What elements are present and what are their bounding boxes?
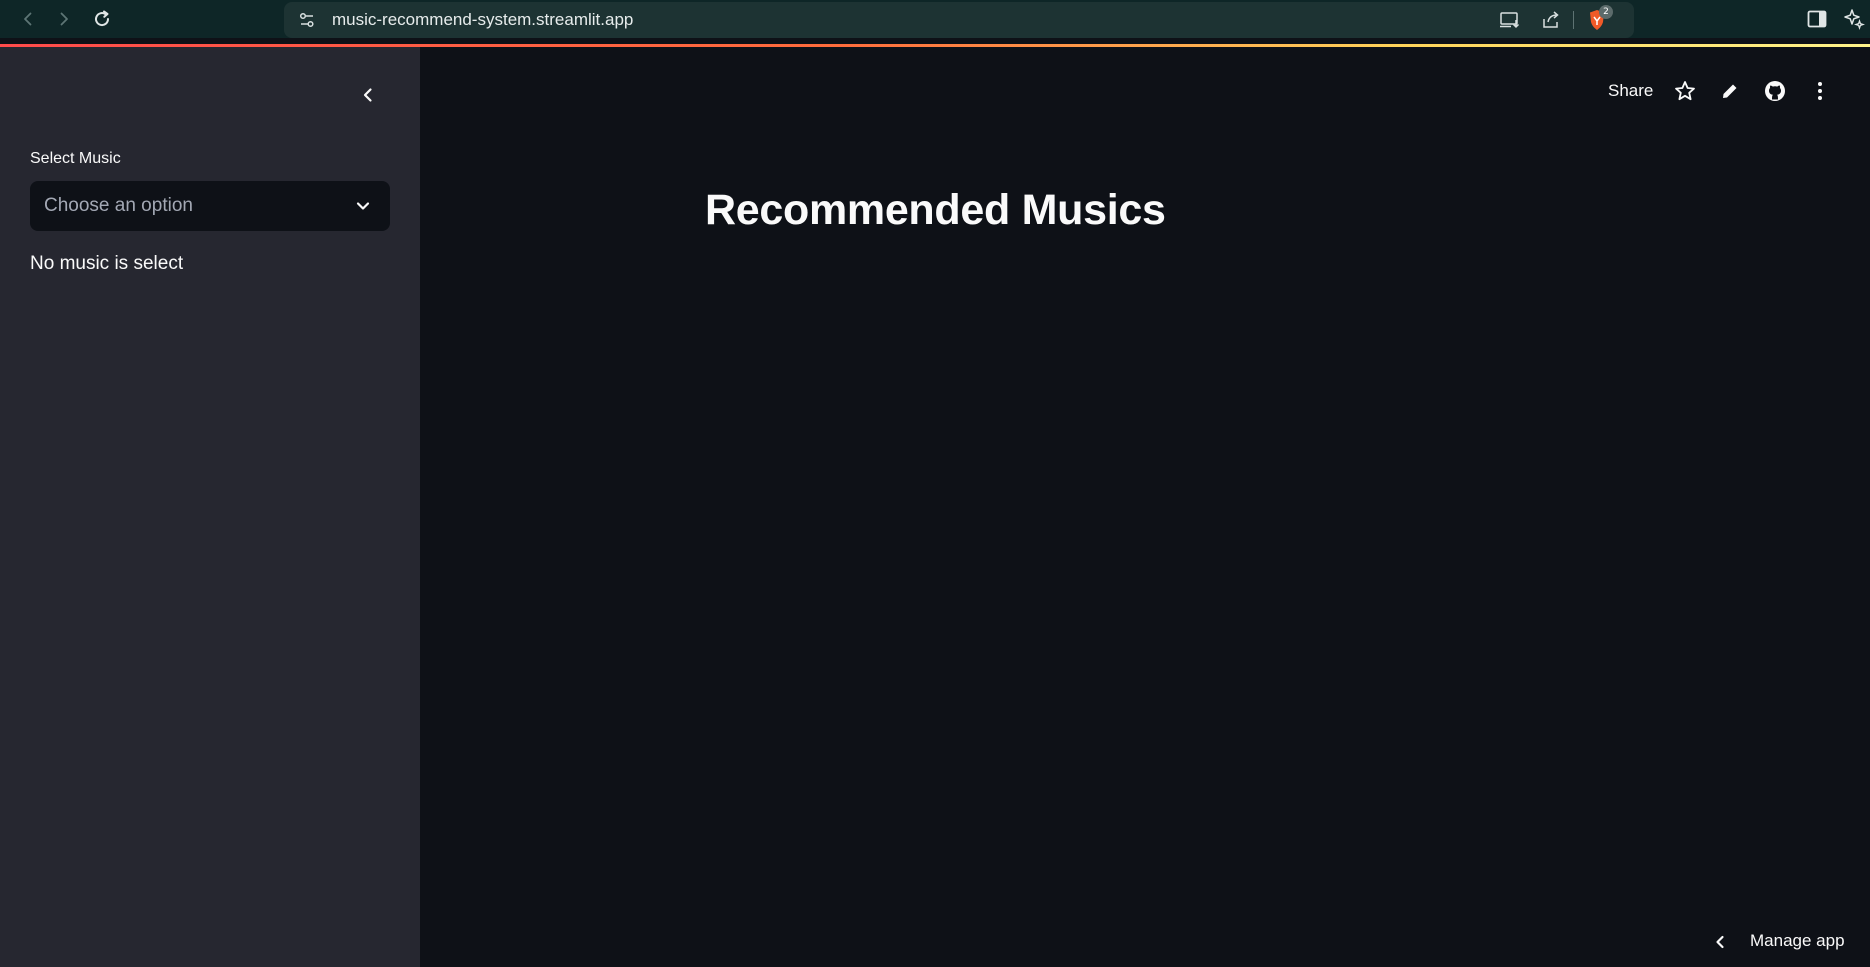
- ai-sparkle-icon: [1844, 9, 1865, 30]
- select-placeholder: Choose an option: [44, 195, 193, 216]
- page-title: Recommended Musics: [705, 186, 1166, 234]
- chevron-left-icon: [363, 88, 372, 102]
- star-icon[interactable]: [1672, 78, 1698, 104]
- share-button[interactable]: Share: [1608, 81, 1653, 101]
- address-bar[interactable]: music-recommend-system.streamlit.app 2: [284, 2, 1634, 38]
- sidebar-toggle-icon: [1807, 10, 1827, 28]
- back-button[interactable]: [14, 5, 42, 33]
- brave-shield-icon[interactable]: 2: [1585, 5, 1613, 31]
- sidebar: Select Music Choose an option No music i…: [0, 47, 420, 967]
- reload-button[interactable]: [88, 5, 116, 33]
- github-icon[interactable]: [1762, 78, 1788, 104]
- reload-icon: [95, 10, 110, 27]
- install-app-icon[interactable]: [1498, 9, 1522, 31]
- collapse-sidebar-button[interactable]: [356, 83, 380, 107]
- more-vert-icon[interactable]: [1807, 78, 1833, 104]
- site-settings-icon[interactable]: [298, 11, 316, 34]
- music-select[interactable]: Choose an option: [30, 181, 390, 231]
- main-content: Share Recommended Musics Manage app: [420, 47, 1870, 967]
- ai-assistant-button[interactable]: [1840, 5, 1868, 33]
- chevron-left-icon: [1710, 932, 1730, 952]
- url-divider: [1573, 11, 1574, 29]
- url-text[interactable]: music-recommend-system.streamlit.app: [332, 2, 633, 38]
- app-toolbar: Share: [420, 47, 1870, 131]
- forward-button[interactable]: [50, 5, 78, 33]
- manage-app-label: Manage app: [1750, 931, 1845, 950]
- edit-icon[interactable]: [1717, 78, 1743, 104]
- forward-icon: [60, 12, 68, 26]
- manage-app-button[interactable]: Manage app: [1710, 926, 1860, 958]
- selection-status-text: No music is select: [30, 253, 184, 274]
- extension-badge: 2: [1599, 5, 1613, 19]
- chevron-down-icon: [352, 195, 374, 217]
- select-music-label: Select Music: [30, 150, 121, 167]
- sidebar-toggle-button[interactable]: [1803, 5, 1831, 33]
- share-page-icon[interactable]: [1539, 9, 1563, 31]
- browser-toolbar: music-recommend-system.streamlit.app 2: [0, 0, 1870, 38]
- back-icon: [24, 12, 32, 26]
